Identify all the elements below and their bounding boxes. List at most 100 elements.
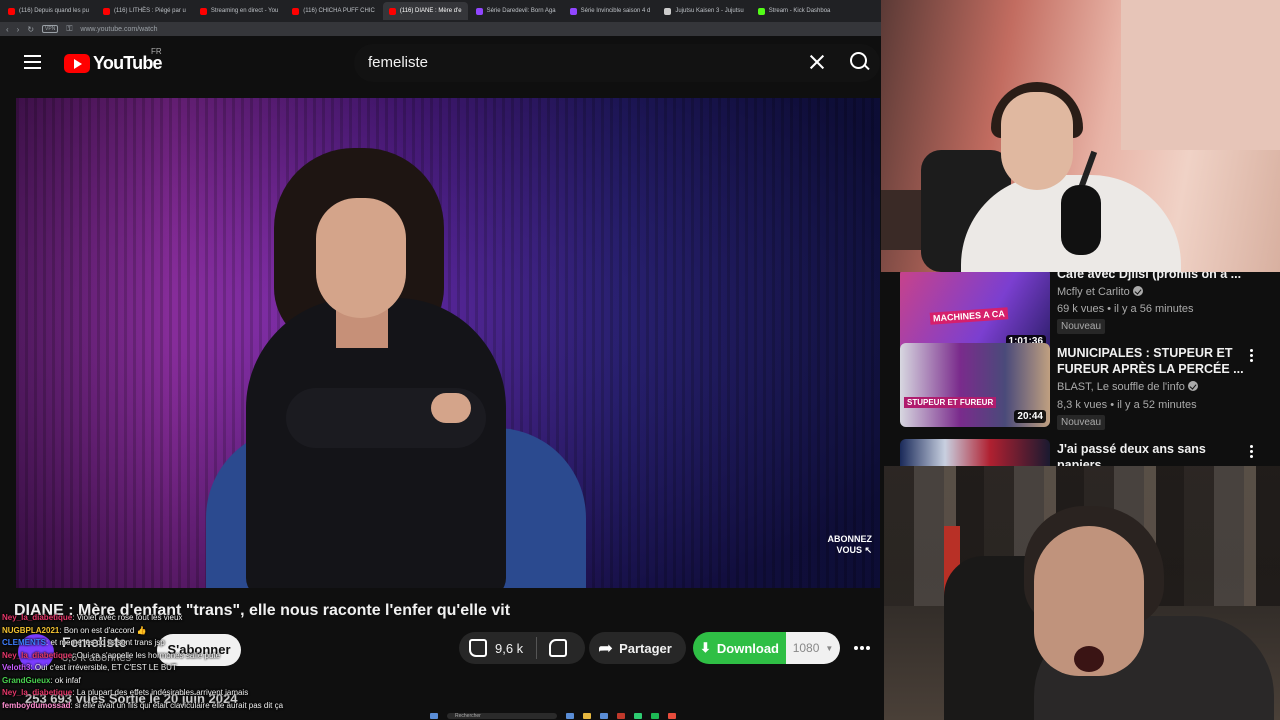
browser-tab[interactable]: (116) DIANE : Mère d'e [382,2,468,20]
chat-text: Oui c'est irréversible, ET C'EST LE BUT [34,663,177,672]
thumbnail-text: MACHINES A CA [929,307,1009,325]
tab-label: Série Daredevil: Born Aga [486,8,556,14]
download-button[interactable]: ⬇ Download [693,632,786,664]
browser-tab[interactable]: (116) Depuis quand les pu [2,2,95,20]
tab-favicon-icon [475,7,483,15]
chat-username[interactable]: Veloth3 [2,663,30,672]
related-video-item[interactable]: STUPEUR ET FUREUR 20:44 MUNICIPALES : ST… [900,343,1270,433]
country-code: FR [151,47,162,56]
video-player[interactable]: ABONNEZ VOUS ↖ [16,98,880,588]
chat-text: Oui ça s'appelle les hormones salle pute [76,650,221,660]
chat-message: Veloth3: Oui c'est irréversible, ET C'ES… [2,662,442,675]
tab-favicon-icon [199,7,207,15]
browser-tab[interactable]: Stream - Kick Dashboa [752,2,837,20]
search-icon[interactable] [850,52,870,72]
chat-username[interactable]: Ney_la_diabetique [2,651,72,660]
more-options-icon[interactable] [1250,445,1254,459]
download-button-group: ⬇ Download 1080 ▼ [693,632,840,664]
video-thumbnail[interactable]: STUPEUR ET FUREUR 20:44 [900,343,1050,427]
chat-message: Ney_la_diabetique: La plupart des effets… [2,687,442,700]
chat-username[interactable]: Ney_la_diabetique [2,688,72,697]
more-options-icon[interactable] [1250,349,1254,363]
streamer-mouth [1074,646,1104,672]
app-icon[interactable] [566,713,574,719]
video-title[interactable]: MUNICIPALES : STUPEUR ET FUREUR APRÈS LA… [1057,345,1245,377]
browser-tab[interactable]: Jujutsu Kaisen 3 - Jujutsu [658,2,749,20]
download-label: Download [716,640,779,656]
browser-tab-strip: (116) Depuis quand les pu (116) LITHÈS : … [0,0,884,22]
video-duration: 20:44 [1014,410,1046,423]
streamer-head [1001,92,1073,190]
browser-tab[interactable]: Série Daredevil: Born Aga [470,2,562,20]
chat-text: ok infaf [54,675,81,685]
browser-tab[interactable]: (116) LITHÈS : Piégé par u [97,2,192,20]
chat-username[interactable]: Ney_la_diabetique [2,613,72,622]
tab-label: Stream - Kick Dashboa [768,8,831,14]
tab-favicon-icon [569,7,577,15]
start-icon[interactable] [430,713,438,719]
video-thumbnail[interactable] [900,439,1050,466]
tab-favicon-icon [757,7,765,15]
divider [536,637,538,659]
channel-name[interactable]: BLAST, Le souffle de l'info [1057,381,1198,393]
chat-username[interactable]: CLEMENTS [2,638,46,647]
thumbnail-text: STUPEUR ET FUREUR [904,397,997,408]
url-text[interactable]: www.youtube.com/watch [80,26,157,33]
verified-icon [1187,381,1198,391]
tab-label: (116) DIANE : Mère d'e [399,8,462,14]
chat-message: CLEMENTS: et meme les pd ils sont trans … [2,637,442,650]
tab-label: (116) CHICHA PUFF CHIC [303,8,375,14]
quality-value: 1080 [792,641,820,655]
streamer-webcam-bottom [884,466,1280,720]
back-icon[interactable]: ‹ [6,25,9,34]
share-button[interactable]: ➦ Partager [589,632,686,664]
like-count[interactable]: 9,6 k [495,641,523,656]
tab-label: (116) Depuis quand les pu [19,8,89,14]
chat-text: Bon on est d'accord 👍 [63,625,147,635]
subscribe-overlay[interactable]: ABONNEZ VOUS ↖ [828,534,873,556]
video-meta: 69 k vues • il y a 56 minutes [1057,303,1194,315]
browser-tab[interactable]: (116) CHICHA PUFF CHIC [286,2,381,20]
browser-tab[interactable]: Streaming en direct - You [194,2,284,20]
chevron-down-icon: ▼ [825,643,834,653]
chat-text: et meme les pd ils sont trans jsp [50,638,165,647]
menu-icon[interactable] [24,55,41,69]
chat-message: femboydumossad: si elle avait un fils qu… [2,700,442,713]
chat-username[interactable]: GrandGueux [2,676,50,685]
app-icon[interactable] [634,713,642,719]
reload-icon[interactable]: ↻ [27,25,34,34]
taskbar-search[interactable]: Rechercher [447,713,557,719]
app-icon[interactable] [600,713,608,719]
clear-search-icon[interactable] [806,51,828,73]
chat-username[interactable]: NUGBPLA2021 [2,626,59,635]
video-title[interactable]: J'ai passé deux ans sans papiers [1057,441,1245,466]
download-icon: ⬇ [699,640,711,655]
wall [1121,0,1280,150]
spotify-icon[interactable] [651,713,659,719]
youtube-logo[interactable]: YouTube FR [64,47,163,74]
search-input[interactable]: femeliste [368,54,428,71]
vpn-badge[interactable]: VPN [42,25,59,33]
folder-icon[interactable] [583,713,591,719]
video-thumbnail[interactable]: MACHINES A CA 1:01:36 [900,272,1050,352]
microphone-icon [1061,185,1101,255]
app-icon[interactable] [668,713,676,719]
related-video-item[interactable]: J'ai passé deux ans sans papiers [900,439,1270,466]
dislike-icon[interactable] [549,639,568,657]
app-icon[interactable] [617,713,625,719]
quality-select[interactable]: 1080 ▼ [786,632,840,664]
address-bar[interactable]: ‹ › ↻ VPN ⚿ www.youtube.com/watch [0,22,884,36]
overlay-line-2: VOUS ↖ [836,545,872,555]
chat-text: Violet avec rose tout les vieux [76,613,183,622]
more-actions-icon[interactable] [853,636,879,660]
channel-name[interactable]: Mcfly et Carlito [1057,286,1143,298]
chat-username[interactable]: femboydumossad [2,701,70,710]
like-icon[interactable] [469,639,487,657]
screen: (116) Depuis quand les pu (116) LITHÈS : … [0,0,1280,720]
browser-tab[interactable]: Série Invincible saison 4 d [564,2,657,20]
search-bar[interactable]: femeliste [354,44,880,82]
video-title[interactable]: Café avec Djilsi (promis on a ... [1057,272,1245,282]
forward-icon[interactable]: › [17,25,20,34]
overlay-line-1: ABONNEZ [827,534,873,544]
tab-favicon-icon [102,7,110,15]
